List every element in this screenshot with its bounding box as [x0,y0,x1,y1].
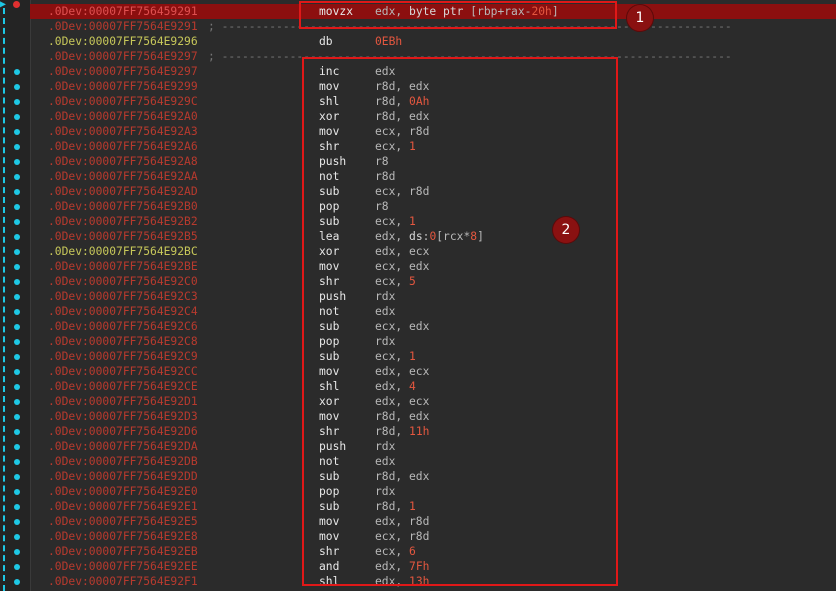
address[interactable]: .0Dev:00007FF7564E92E0 [48,484,198,499]
gutter-dot [14,294,20,300]
gutter-dot [14,429,20,435]
gutter-dot [14,114,20,120]
address[interactable]: .0Dev:00007FF7564E92C8 [48,334,198,349]
address[interactable]: .0Dev:00007FF7564E92B2 [48,214,198,229]
gutter-dot [14,504,20,510]
gutter-dot [14,204,20,210]
gutter-dot [14,249,20,255]
address[interactable]: .0Dev:00007FF7564E92A6 [48,139,198,154]
gutter-dot [14,459,20,465]
operands[interactable]: 0EBh [375,34,402,49]
address[interactable]: .0Dev:00007FF7564E929C [48,94,198,109]
arrow-icon: ▶ [0,0,7,10]
gutter-dot [14,159,20,165]
address[interactable]: .0Dev:00007FF7564E92F1 [48,574,198,589]
address[interactable]: .0Dev:00007FF7564E92A3 [48,124,198,139]
gutter-dot [14,174,20,180]
gutter-dot [14,369,20,375]
gutter-dot [14,234,20,240]
gutter-dot [14,324,20,330]
annotation-badge-2: 2 [553,217,579,243]
gutter-dot [14,534,20,540]
gutter-dot [14,144,20,150]
gutter-dot [14,219,20,225]
address[interactable]: .0Dev:00007FF7564E92E8 [48,529,198,544]
annotation-badge-1: 1 [627,5,653,31]
address[interactable]: .0Dev:00007FF7564E92C3 [48,289,198,304]
address[interactable]: .0Dev:00007FF7564E92CE [48,379,198,394]
flow-arrow-line [3,8,5,591]
address[interactable]: .0Dev:00007FF7564E9299 [48,79,198,94]
gutter-dot [14,399,20,405]
gutter-dot [14,99,20,105]
address[interactable]: .0Dev:00007FF7564E92DB [48,454,198,469]
mnemonic[interactable]: db [319,34,333,49]
gutter: ▶ [0,0,31,591]
gutter-dot [14,69,20,75]
address[interactable]: .0Dev:00007FF7564E92DA [48,439,198,454]
gutter-dot [14,414,20,420]
gutter-dot [14,579,20,585]
gutter-dot [14,564,20,570]
gutter-dot [14,354,20,360]
gutter-dot [14,264,20,270]
address[interactable]: .0Dev:00007FF7564E92A0 [48,109,198,124]
address[interactable]: .0Dev:00007FF7564E92D3 [48,409,198,424]
address[interactable]: .0Dev:00007FF7564E92C9 [48,349,198,364]
gutter-dot [14,384,20,390]
gutter-dot [14,84,20,90]
address[interactable]: .0Dev:00007FF7564E92C4 [48,304,198,319]
address[interactable]: .0Dev:00007FF7564E92E5 [48,514,198,529]
address[interactable]: .0Dev:00007FF7564E92A8 [48,154,198,169]
gutter-dot [14,519,20,525]
address[interactable]: .0Dev:00007FF7564E92EB [48,544,198,559]
gutter-dot [14,279,20,285]
address[interactable]: .0Dev:00007FF7564E92D6 [48,424,198,439]
gutter-dot [14,189,20,195]
address[interactable]: .0Dev:00007FF7564E9296 [48,34,198,49]
annotation-box-1 [299,1,617,29]
address[interactable]: .0Dev:00007FF7564E9297 [48,49,198,64]
address[interactable]: .0Dev:00007FF7564E92C0 [48,274,198,289]
address[interactable]: .0Dev:00007FF7564E92BC [48,244,198,259]
address[interactable]: .0Dev:00007FF7564E9297 [48,64,198,79]
address[interactable]: .0Dev:00007FF7564E92EE [48,559,198,574]
address[interactable]: .0Dev:00007FF7564E92C6 [48,319,198,334]
gutter-dot [14,489,20,495]
address[interactable]: .0Dev:00007FF7564E92B5 [48,229,198,244]
address[interactable]: .0Dev:00007FF7564E92DD [48,469,198,484]
gutter-dot [14,549,20,555]
annotation-box-2 [302,57,618,586]
address[interactable]: .0Dev:00007FF7564E92B0 [48,199,198,214]
gutter-dot [14,129,20,135]
code-row[interactable]: .0Dev:00007FF7564E9296 db 0EBh [30,34,836,49]
address[interactable]: .0Dev:00007FF7564E9291 [48,19,198,34]
address[interactable]: .0Dev:00007FF7564E92D1 [48,394,198,409]
breakpoint-icon[interactable] [13,1,20,8]
gutter-dot [14,474,20,480]
address[interactable]: .0Dev:00007FF7564E92AD [48,184,198,199]
gutter-dot [14,444,20,450]
gutter-dot [14,339,20,345]
address[interactable]: .0Dev:00007FF756459291 [48,4,198,19]
address[interactable]: .0Dev:00007FF7564E92AA [48,169,198,184]
address[interactable]: .0Dev:00007FF7564E92E1 [48,499,198,514]
gutter-dot [14,309,20,315]
address[interactable]: .0Dev:00007FF7564E92CC [48,364,198,379]
address[interactable]: .0Dev:00007FF7564E92BE [48,259,198,274]
